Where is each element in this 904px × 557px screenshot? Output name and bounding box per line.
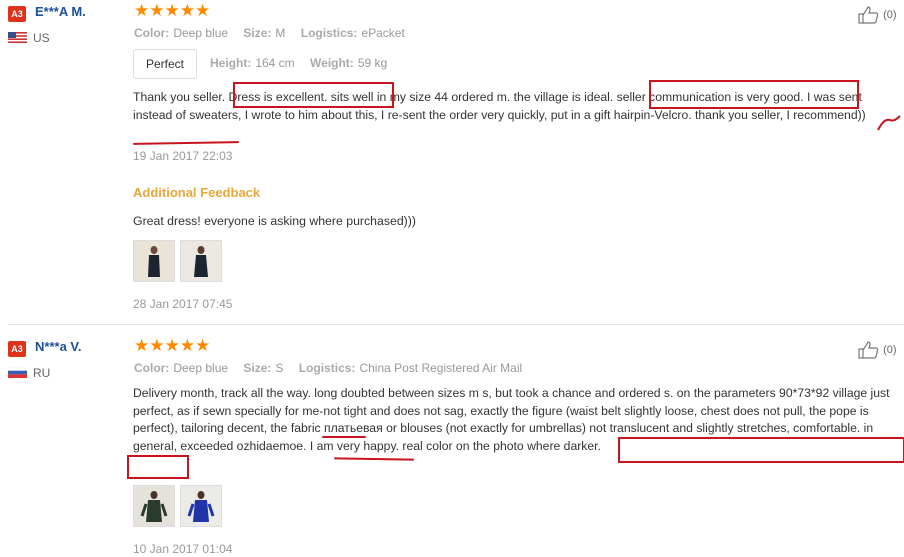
buyer-level-badge: A3	[8, 341, 26, 357]
size-label: Size:	[243, 361, 272, 375]
color-value: Deep blue	[173, 26, 229, 40]
review-photo[interactable]	[180, 485, 222, 527]
highlight-box	[127, 455, 189, 479]
helpful-count: (0)	[883, 8, 897, 21]
highlight-underline	[322, 436, 366, 438]
buyer-country: US	[33, 31, 50, 45]
logistics-label: Logistics:	[298, 361, 356, 375]
buyer-name: N***a V.	[35, 339, 82, 354]
helpful-button[interactable]: (0)	[858, 6, 897, 24]
logistics-value: ePacket	[361, 26, 405, 40]
additional-feedback-text: Great dress! everyone is asking where pu…	[133, 214, 416, 228]
thumbs-up-icon	[858, 6, 879, 24]
star-rating: ★★★★★	[134, 336, 211, 355]
height-value: 164 cm	[255, 56, 295, 70]
review-photo[interactable]	[133, 240, 175, 282]
highlight-box	[649, 80, 859, 109]
photo-thumbnail	[181, 486, 221, 526]
weight-label: Weight:	[310, 56, 354, 70]
buyer-level-badge: A3	[8, 6, 26, 22]
size-label: Size:	[243, 26, 272, 40]
us-flag-icon	[8, 32, 27, 43]
highlight-underline	[132, 141, 240, 145]
highlight-box	[618, 437, 904, 463]
thumbs-up-icon	[858, 341, 879, 359]
logistics-value: China Post Registered Air Mail	[359, 361, 523, 375]
review-date: 10 Jan 2017 01:04	[133, 542, 233, 556]
highlight-underline	[333, 457, 415, 461]
color-value: Deep blue	[173, 361, 229, 375]
photo-thumbnail	[134, 486, 174, 526]
body-measurements: Height: 164 cm Weight: 59 kg	[210, 56, 399, 70]
height-label: Height:	[210, 56, 252, 70]
helpful-button[interactable]: (0)	[858, 341, 897, 359]
buyer-name: E***A M.	[35, 4, 86, 19]
highlight-squiggle	[877, 115, 901, 131]
product-attributes: Color: Deep blue Size: M Logistics: ePacket	[134, 26, 417, 40]
product-attributes: Color: Deep blue Size: S Logistics: China P…	[134, 361, 534, 375]
ru-flag-icon	[8, 367, 27, 378]
color-label: Color:	[134, 26, 170, 40]
size-value: M	[275, 26, 286, 40]
fit-tag: Perfect	[133, 49, 197, 79]
review-divider	[8, 324, 904, 325]
review-photo[interactable]	[180, 240, 222, 282]
review-date: 19 Jan 2017 22:03	[133, 149, 233, 163]
additional-feedback-title: Additional Feedback	[133, 185, 261, 200]
helpful-count: (0)	[883, 343, 897, 356]
photo-thumbnail	[181, 241, 221, 281]
additional-feedback-date: 28 Jan 2017 07:45	[133, 297, 233, 311]
color-label: Color:	[134, 361, 170, 375]
size-value: S	[275, 361, 284, 375]
highlight-box	[233, 82, 394, 108]
review-photo[interactable]	[133, 485, 175, 527]
logistics-label: Logistics:	[300, 26, 358, 40]
weight-value: 59 kg	[357, 56, 388, 70]
photo-thumbnail	[134, 241, 174, 281]
buyer-country: RU	[33, 366, 51, 380]
star-rating: ★★★★★	[134, 1, 211, 20]
